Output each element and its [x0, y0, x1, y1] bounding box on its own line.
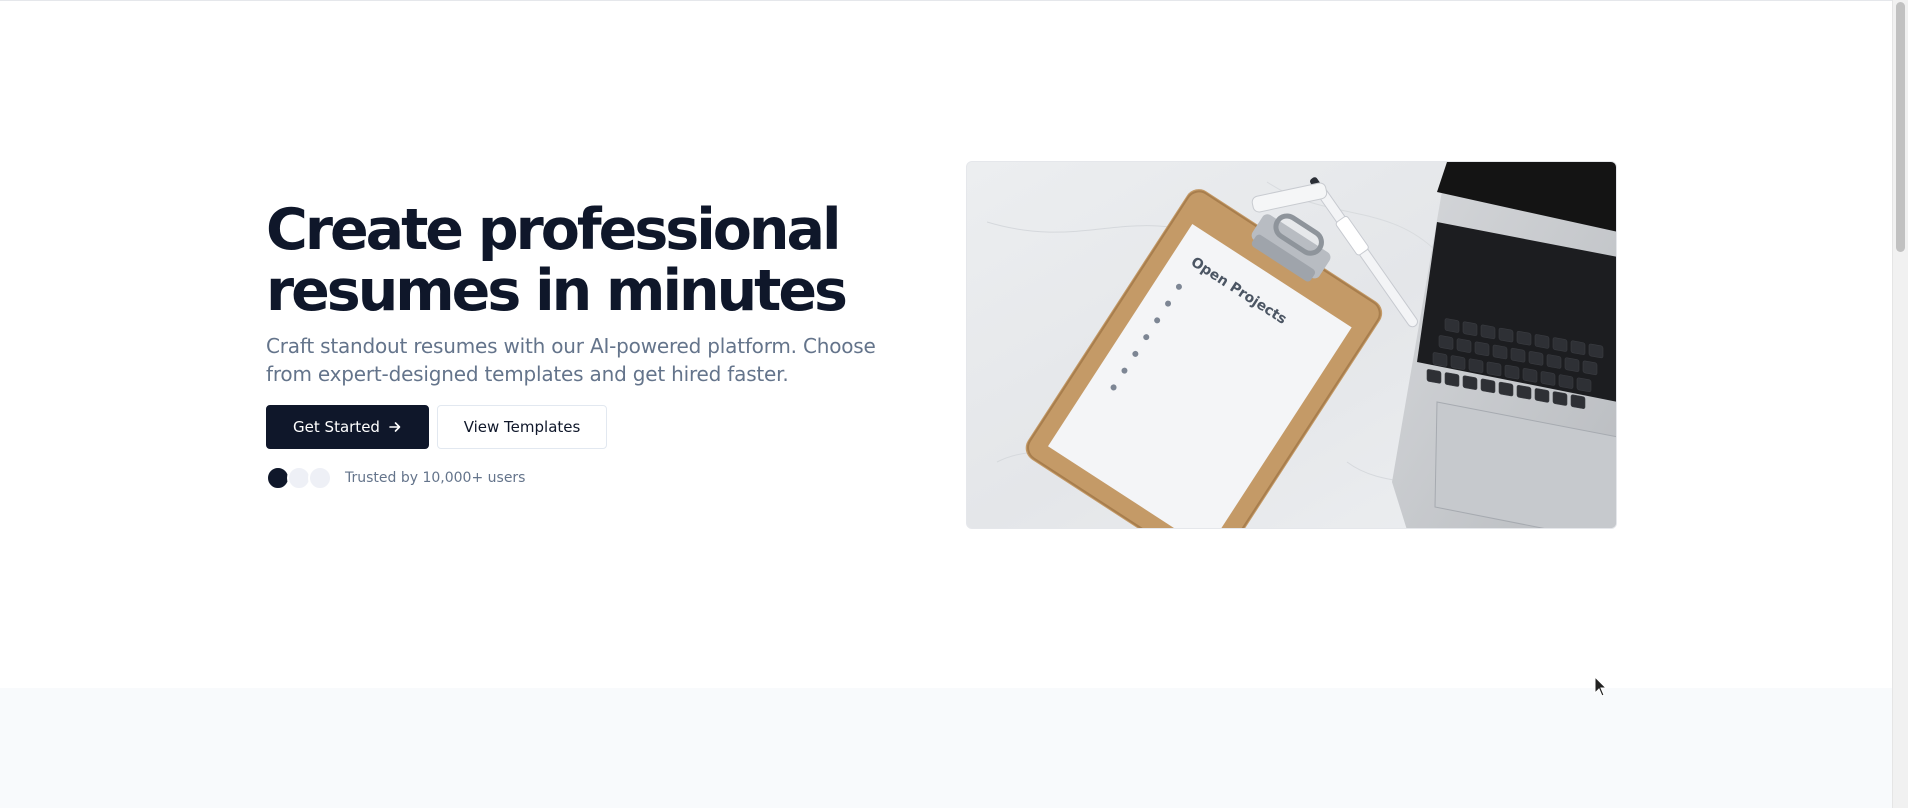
mouse-cursor-icon [1594, 676, 1608, 697]
hero-headline: Create professional resumes in minutes [266, 200, 886, 322]
hero-copy: Create professional resumes in minutes C… [266, 200, 886, 490]
hero-headline-line-2: resumes in minutes [266, 258, 848, 324]
page-scrollbar[interactable] [1892, 0, 1908, 808]
next-section [0, 688, 1892, 808]
avatar-stack [266, 466, 332, 490]
avatar [308, 466, 332, 490]
get-started-label: Get Started [293, 418, 380, 436]
hero-headline-line-1: Create professional [266, 197, 841, 263]
top-divider [0, 0, 1892, 1]
scrollbar-thumb[interactable] [1896, 2, 1905, 252]
cta-row: Get Started View Templates [266, 405, 886, 449]
landing-page: Create professional resumes in minutes C… [0, 0, 1908, 808]
hero-subhead: Craft standout resumes with our AI-power… [266, 334, 876, 386]
trust-row: Trusted by 10,000+ users [266, 466, 886, 490]
hero-image: Open Projects [966, 161, 1617, 529]
view-templates-button[interactable]: View Templates [437, 405, 607, 449]
trust-text: Trusted by 10,000+ users [345, 470, 526, 486]
view-templates-label: View Templates [463, 418, 581, 436]
hero-section: Create professional resumes in minutes C… [0, 0, 1892, 688]
get-started-button[interactable]: Get Started [266, 405, 429, 449]
hero-photo-clipboard-laptop: Open Projects [967, 162, 1616, 528]
arrow-right-icon [388, 420, 402, 434]
